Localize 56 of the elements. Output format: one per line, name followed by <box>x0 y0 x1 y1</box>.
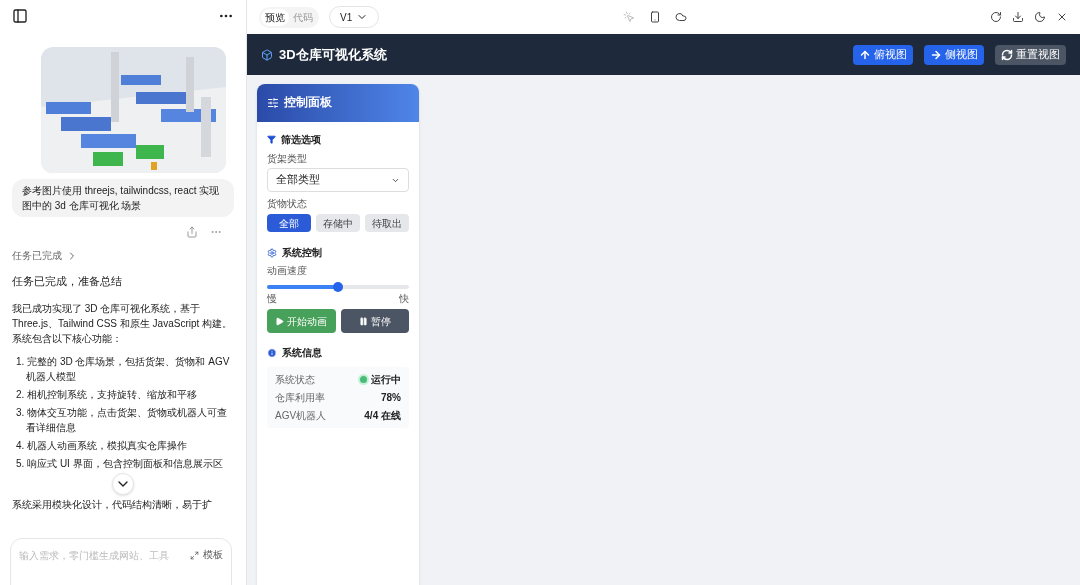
feature-item: 3. 物体交互功能，点击货架、货物或机器人可查看详细信息 <box>15 405 229 435</box>
summary-paragraph: 系统采用模块化设计，代码结构清晰，易于扩 <box>12 497 213 512</box>
speed-slider[interactable] <box>267 282 409 292</box>
view-tab[interactable]: 预览 <box>261 8 289 26</box>
moon-icon[interactable] <box>1034 11 1046 23</box>
arrow-right-icon <box>930 48 942 61</box>
status-filter-button[interactable]: 存储中 <box>316 214 360 232</box>
info-icon <box>267 347 277 358</box>
arrow-up-icon <box>859 48 871 61</box>
refresh-icon[interactable] <box>990 11 1002 23</box>
summary-paragraph: 我已成功实现了 3D 仓库可视化系统，基于 Three.js、Tailwind CSS 和原生 JavaScript 构建。系统包含以下核心功能： <box>12 301 234 346</box>
field-label: 货架类型 <box>267 152 308 166</box>
status-filter-button[interactable]: 待取出 <box>365 214 409 232</box>
shelf-type-select[interactable]: 全部类型 <box>267 168 409 192</box>
task-status-link[interactable]: 任务已完成 <box>12 248 234 263</box>
cloud-icon[interactable] <box>674 11 687 23</box>
filter-icon <box>267 135 276 144</box>
info-value: 78% <box>381 391 401 405</box>
pause-icon <box>358 316 368 326</box>
feature-item: 4. 机器人动画系统，模拟真实仓库操作 <box>15 438 189 453</box>
template-button[interactable]: 模板 <box>190 547 223 563</box>
play-icon <box>275 316 285 326</box>
download-icon[interactable] <box>1012 11 1024 23</box>
refresh-icon <box>1001 48 1013 61</box>
field-label: 货物状态 <box>267 197 308 211</box>
status-text: 任务已完成，准备总结 <box>12 274 123 289</box>
sidebar-toggle-icon[interactable] <box>12 8 28 24</box>
close-icon[interactable] <box>1056 11 1068 23</box>
fast-label: 快 <box>399 293 409 305</box>
app-title: 3D仓库可视化系统 <box>279 45 387 64</box>
expand-icon <box>190 550 199 560</box>
info-label: 仓库利用率 <box>275 391 325 405</box>
feature-item: 5. 响应式 UI 界面，包含控制面板和信息展示区 <box>15 456 224 471</box>
field-label: 动画速度 <box>267 264 308 278</box>
phone-icon[interactable] <box>648 11 661 23</box>
info-label: 系统状态 <box>275 373 315 387</box>
panel-title: 控制面板 <box>284 95 332 111</box>
section-title: 筛选选项 <box>281 133 321 147</box>
cube-icon <box>261 48 273 61</box>
section-title: 系统控制 <box>282 246 322 260</box>
info-value: 运行中 <box>371 373 401 387</box>
status-filter-button[interactable]: 全部 <box>267 214 311 232</box>
feature-item: 1. 完整的 3D 仓库场景，包括货架、货物和 AGV 机器人模型 <box>15 354 231 384</box>
feature-item: 2. 相机控制系统，支持旋转、缩放和平移 <box>15 387 199 402</box>
user-message: 参考图片使用 threejs, tailwindcss, react 实现图中的 3d 仓库可视化 场景 <box>12 179 234 217</box>
info-label: AGV机器人 <box>275 409 327 423</box>
sliders-icon <box>267 97 279 109</box>
view-button[interactable]: 俯视图 <box>853 44 913 65</box>
share-icon[interactable] <box>186 226 198 238</box>
section-title: 系统信息 <box>282 346 322 360</box>
slow-label: 慢 <box>267 293 277 305</box>
view-button[interactable]: 重置视图 <box>995 44 1066 65</box>
scroll-down-button[interactable] <box>112 472 134 495</box>
info-value: 4/4 在线 <box>364 409 401 423</box>
pause-button[interactable]: 暂停 <box>340 309 409 333</box>
view-button[interactable]: 侧视图 <box>924 44 984 65</box>
